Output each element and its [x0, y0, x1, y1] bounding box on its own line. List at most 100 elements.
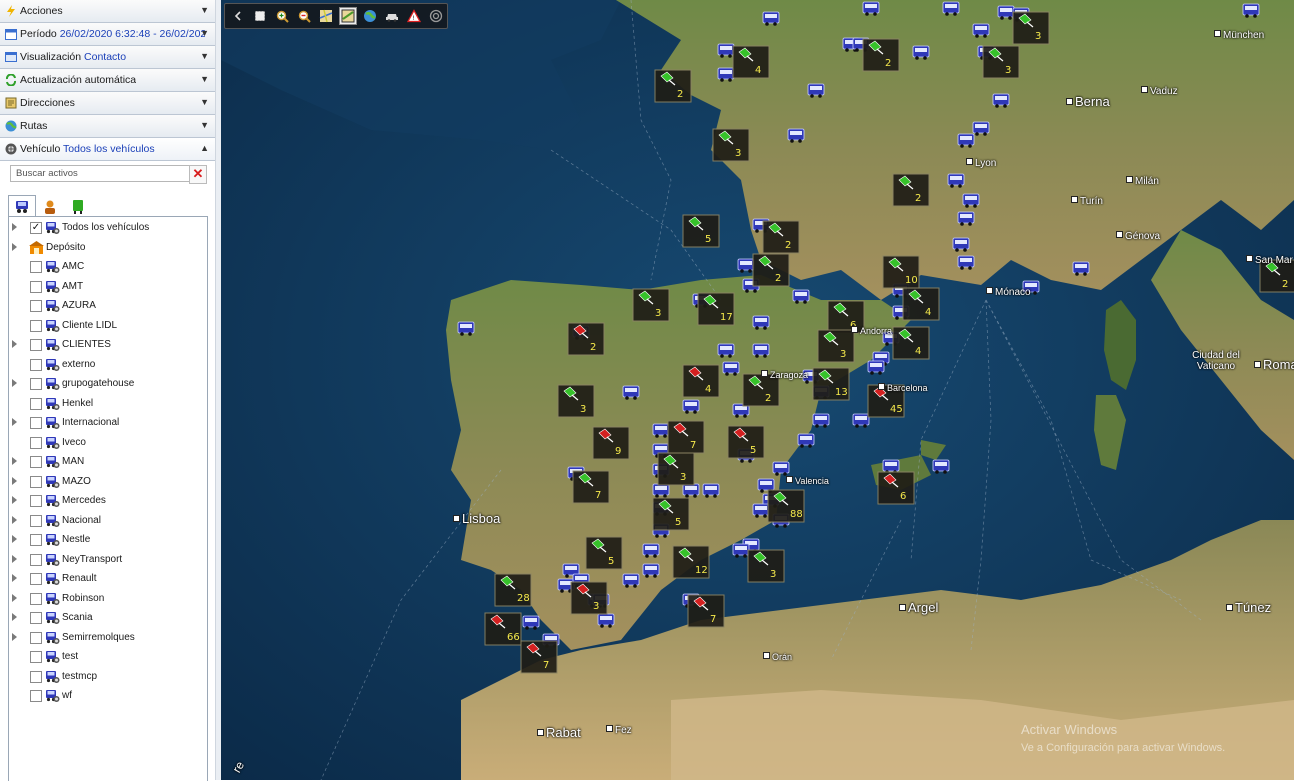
- checkbox[interactable]: [30, 456, 42, 468]
- tree-item[interactable]: AZURA: [9, 297, 205, 316]
- expand-arrow-icon[interactable]: [12, 476, 17, 485]
- expand-arrow-icon[interactable]: [12, 418, 17, 426]
- vehicle-cluster-marker[interactable]: 3: [557, 384, 595, 418]
- vehicle-cluster-marker[interactable]: 13: [812, 367, 850, 401]
- vehicle-cluster-marker[interactable]: 2: [567, 322, 605, 356]
- collapse-panel-button[interactable]: [229, 7, 247, 25]
- expand-arrow-icon[interactable]: [12, 632, 17, 641]
- checkbox[interactable]: [30, 339, 42, 351]
- checkbox[interactable]: [30, 319, 42, 332]
- vehicle-cluster-marker[interactable]: 3: [712, 128, 750, 162]
- panel-header-2[interactable]: Visualización Contacto ▼: [0, 46, 215, 69]
- checkbox[interactable]: [30, 436, 42, 449]
- expand-arrow-icon[interactable]: [12, 223, 17, 231]
- expand-arrow-icon[interactable]: [12, 242, 17, 251]
- checkbox[interactable]: [30, 495, 42, 507]
- expand-arrow-icon[interactable]: [12, 593, 17, 602]
- vehicle-cluster-marker[interactable]: 5: [585, 536, 623, 570]
- vehicle-cluster-marker[interactable]: 3: [1012, 11, 1050, 45]
- tree-item[interactable]: MAN: [9, 453, 205, 472]
- vehicle-cluster-marker[interactable]: 2: [862, 38, 900, 72]
- warnings-button[interactable]: !: [405, 7, 423, 25]
- tree-item[interactable]: Iveco: [9, 434, 205, 453]
- checkbox[interactable]: [30, 651, 42, 663]
- vehicle-cluster-marker[interactable]: 4: [892, 326, 930, 360]
- vehicle-cluster-marker[interactable]: 7: [520, 640, 558, 674]
- vehicle-cluster-marker[interactable]: 88: [767, 489, 805, 523]
- expand-arrow-icon[interactable]: [12, 535, 17, 543]
- tree-item[interactable]: test: [9, 648, 205, 667]
- expand-arrow-icon[interactable]: [12, 554, 17, 563]
- vehicle-cluster-marker[interactable]: 28: [494, 573, 532, 607]
- tree-item[interactable]: CLIENTES: [9, 336, 205, 355]
- expand-arrow-icon[interactable]: [12, 457, 17, 465]
- expand-arrow-icon[interactable]: [12, 515, 17, 524]
- expand-arrow-icon[interactable]: [12, 340, 17, 348]
- tree-item[interactable]: Cliente LIDL: [9, 317, 205, 336]
- panel-header-6[interactable]: Vehículo Todos los vehículos ▲: [0, 138, 215, 161]
- checkbox[interactable]: [30, 358, 42, 371]
- layers-button[interactable]: [427, 7, 445, 25]
- checkbox[interactable]: [30, 417, 42, 429]
- chevron-down-icon[interactable]: ▼: [200, 51, 209, 61]
- panel-header-4[interactable]: Direcciones ▼: [0, 92, 215, 115]
- tree-item[interactable]: AMT: [9, 278, 205, 297]
- tree-item[interactable]: Internacional: [9, 414, 205, 433]
- vehicle-cluster-marker[interactable]: 3: [747, 549, 785, 583]
- checkbox[interactable]: [30, 280, 42, 293]
- tree-item[interactable]: Nestle: [9, 531, 205, 550]
- tree-item[interactable]: grupogatehouse: [9, 375, 205, 394]
- vehicle-cluster-marker[interactable]: 7: [667, 420, 705, 454]
- checkbox[interactable]: [30, 261, 42, 273]
- chevron-down-icon[interactable]: ▼: [200, 74, 209, 84]
- vehicle-cluster-marker[interactable]: 9: [592, 426, 630, 460]
- tree-item[interactable]: wf: [9, 687, 205, 706]
- tree-item[interactable]: Depósito: [9, 239, 205, 258]
- zoom-out-button[interactable]: [295, 7, 313, 25]
- tab-vehicles[interactable]: [8, 195, 36, 218]
- vehicle-cluster-marker[interactable]: 3: [982, 45, 1020, 79]
- chevron-down-icon[interactable]: ▼: [200, 28, 209, 38]
- chevron-up-icon[interactable]: ▲: [200, 143, 209, 153]
- tree-item[interactable]: Robinson: [9, 590, 205, 609]
- road-map-button[interactable]: [317, 7, 335, 25]
- checkbox[interactable]: [30, 475, 42, 488]
- vehicle-cluster-marker[interactable]: 3: [570, 581, 608, 615]
- vehicle-cluster-marker[interactable]: 5: [652, 497, 690, 531]
- expand-arrow-icon[interactable]: [12, 496, 17, 504]
- map-area[interactable]: 3423232522104231726344213453975376588512…: [221, 0, 1294, 780]
- tree-item[interactable]: NeyTransport: [9, 551, 205, 570]
- zoom-in-button[interactable]: [273, 7, 291, 25]
- tab-drivers[interactable]: [36, 195, 64, 217]
- traffic-button[interactable]: [383, 7, 401, 25]
- checkbox[interactable]: [30, 592, 42, 605]
- expand-arrow-icon[interactable]: [12, 379, 17, 387]
- checkbox[interactable]: [30, 378, 42, 390]
- checkbox[interactable]: [30, 670, 42, 683]
- vehicle-cluster-marker[interactable]: 5: [727, 425, 765, 459]
- tree-item[interactable]: AMC: [9, 258, 205, 277]
- vehicle-cluster-marker[interactable]: 2: [762, 220, 800, 254]
- vehicle-cluster-marker[interactable]: 3: [817, 329, 855, 363]
- vehicle-cluster-marker[interactable]: 4: [732, 45, 770, 79]
- vehicle-cluster-marker[interactable]: 5: [682, 214, 720, 248]
- vehicle-cluster-marker[interactable]: 2: [752, 253, 790, 287]
- chevron-down-icon[interactable]: ▼: [200, 97, 209, 107]
- checkbox[interactable]: [30, 612, 42, 624]
- tree-item[interactable]: ✓ Todos los vehículos: [9, 219, 205, 238]
- tree-item[interactable]: Semirremolques: [9, 629, 205, 648]
- expand-arrow-icon[interactable]: [12, 613, 17, 621]
- vehicle-cluster-marker[interactable]: 10: [882, 255, 920, 289]
- vehicle-cluster-marker[interactable]: 6: [877, 471, 915, 505]
- tree-item[interactable]: Scania: [9, 609, 205, 628]
- checkbox[interactable]: [30, 631, 42, 644]
- globe-view-button[interactable]: [361, 7, 379, 25]
- vehicle-cluster-marker[interactable]: 7: [687, 594, 725, 628]
- panel-header-0[interactable]: Acciones ▼: [0, 0, 215, 23]
- checkbox[interactable]: [30, 300, 42, 312]
- panel-header-5[interactable]: Rutas ▼: [0, 115, 215, 138]
- vehicle-cluster-marker[interactable]: 7: [572, 470, 610, 504]
- tree-item[interactable]: testmcp: [9, 668, 205, 687]
- vehicle-cluster-marker[interactable]: 4: [902, 287, 940, 321]
- chevron-down-icon[interactable]: ▼: [200, 5, 209, 15]
